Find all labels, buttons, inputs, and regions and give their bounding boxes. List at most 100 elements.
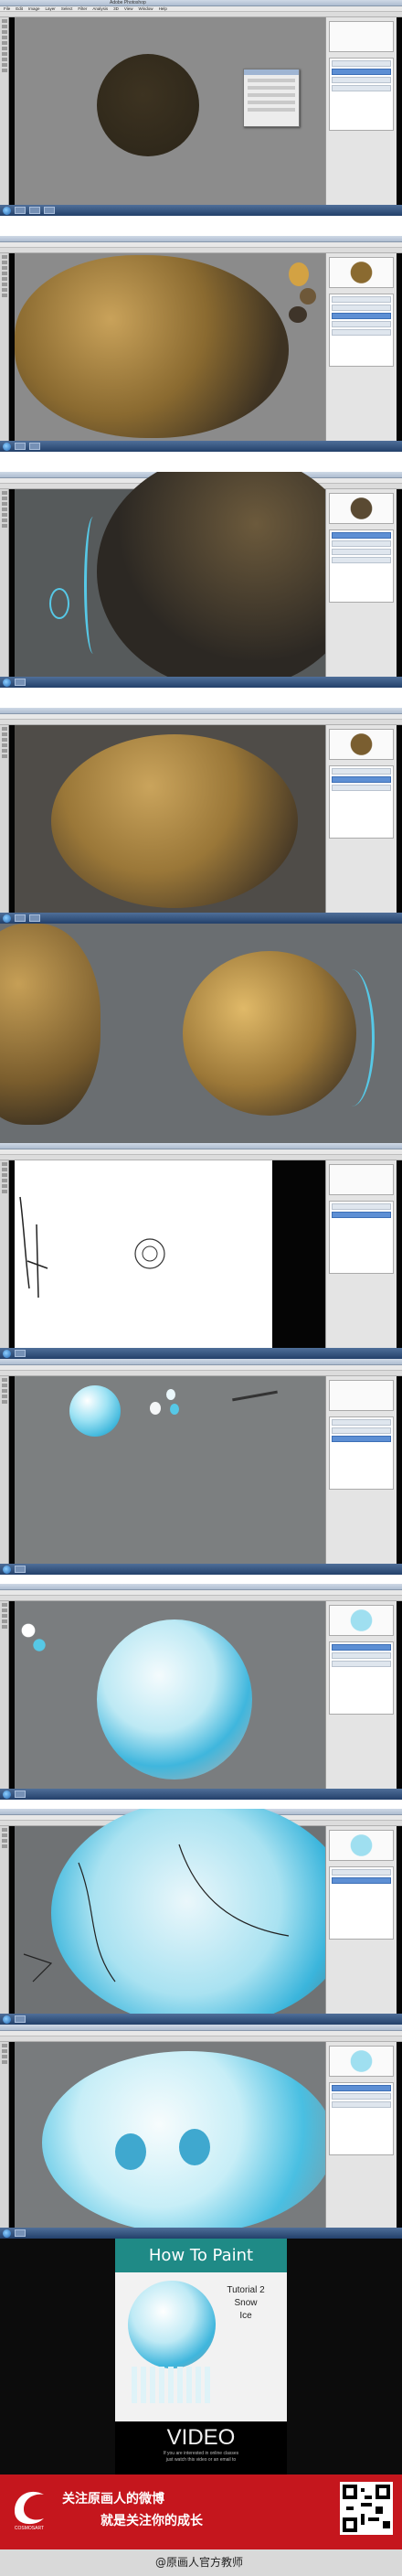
- screenshot-1: Adobe Photoshop File Edit Image Layer Se…: [0, 0, 402, 216]
- start-icon[interactable]: [3, 1349, 11, 1358]
- navigator-panel[interactable]: [329, 1380, 394, 1411]
- right-panels[interactable]: [325, 253, 397, 441]
- swatch-white-1: [166, 1389, 175, 1400]
- screenshot-6: [0, 1143, 402, 1359]
- menu-analysis[interactable]: Analysis: [92, 6, 108, 11]
- rock-closeup: [0, 924, 100, 1125]
- start-icon[interactable]: [3, 206, 11, 215]
- qr-code[interactable]: [340, 2482, 393, 2535]
- skull-eye-right: [179, 2129, 210, 2165]
- tool-palette[interactable]: [0, 253, 9, 441]
- canvas[interactable]: [15, 1601, 325, 1789]
- layers-panel[interactable]: [329, 765, 394, 839]
- screenshot-2: [0, 236, 402, 452]
- start-icon[interactable]: [3, 442, 11, 451]
- icicles: [132, 2367, 214, 2403]
- navigator-panel[interactable]: [329, 2046, 394, 2077]
- menu-edit[interactable]: Edit: [16, 6, 23, 11]
- right-panels[interactable]: [325, 1376, 397, 1564]
- tool-palette[interactable]: [0, 1826, 9, 2014]
- right-panels[interactable]: [325, 725, 397, 913]
- ice-chip: [49, 588, 69, 619]
- navigator-panel[interactable]: [329, 1164, 394, 1195]
- canvas[interactable]: [15, 2042, 334, 2234]
- tool-palette[interactable]: [0, 17, 9, 205]
- taskbar[interactable]: [0, 1348, 402, 1359]
- right-panels[interactable]: [325, 1160, 397, 1348]
- ice-outline-sketch: [23, 1844, 290, 1983]
- canvas[interactable]: [15, 1376, 325, 1564]
- swatch-orange: [289, 262, 309, 286]
- right-panels[interactable]: [325, 17, 397, 205]
- tool-palette[interactable]: [0, 2042, 9, 2228]
- canvas-margin-right: [397, 2042, 402, 2228]
- weibo-handle[interactable]: @原画人官方教师: [155, 2554, 243, 2570]
- start-icon[interactable]: [3, 914, 11, 923]
- taskbar[interactable]: [0, 1789, 402, 1800]
- layers-panel[interactable]: [329, 1866, 394, 1940]
- canvas-margin-right: [397, 1160, 402, 1348]
- video-subtitle-line-2: Snow: [234, 2298, 258, 2308]
- canvas[interactable]: [15, 1160, 272, 1348]
- taskbar[interactable]: [0, 677, 402, 688]
- layers-panel[interactable]: [329, 294, 394, 367]
- start-icon[interactable]: [3, 678, 11, 687]
- cosmosart-logo: COSMOSART: [15, 2491, 44, 2531]
- right-panels[interactable]: [325, 1826, 397, 2014]
- video-footer: VIDEO If you are interested in online cl…: [115, 2421, 287, 2474]
- menu-view[interactable]: View: [124, 6, 133, 11]
- canvas-margin-right: [397, 253, 402, 441]
- tool-palette[interactable]: [0, 1376, 9, 1564]
- layers-panel[interactable]: [329, 1416, 394, 1490]
- canvas[interactable]: [15, 17, 325, 205]
- menu-help[interactable]: Help: [159, 6, 167, 11]
- tool-palette[interactable]: [0, 1601, 9, 1789]
- menu-window[interactable]: Window: [139, 6, 153, 11]
- layers-panel[interactable]: [329, 529, 394, 603]
- navigator-panel[interactable]: [329, 257, 394, 288]
- menu-image[interactable]: Image: [28, 6, 40, 11]
- right-panels[interactable]: [325, 2042, 397, 2228]
- canvas[interactable]: [15, 253, 325, 441]
- brush-sample: [232, 1390, 278, 1402]
- navigator-panel[interactable]: [329, 493, 394, 524]
- navigator-panel[interactable]: [329, 729, 394, 760]
- canvas-margin-right: [397, 17, 402, 205]
- canvas[interactable]: [15, 1809, 353, 2025]
- start-icon[interactable]: [3, 2015, 11, 2024]
- taskbar[interactable]: [0, 2228, 402, 2239]
- canvas[interactable]: [15, 472, 362, 688]
- right-panels[interactable]: [325, 1601, 397, 1789]
- canvas[interactable]: [15, 725, 325, 913]
- menu-filter[interactable]: Filter: [78, 6, 87, 11]
- start-icon[interactable]: [3, 1565, 11, 1574]
- tool-palette[interactable]: [0, 489, 9, 677]
- navigator-panel[interactable]: [329, 1605, 394, 1636]
- tool-palette[interactable]: [0, 1160, 9, 1348]
- layers-panel[interactable]: [329, 1641, 394, 1715]
- tool-palette[interactable]: [0, 725, 9, 913]
- taskbar[interactable]: [0, 913, 402, 924]
- taskbar[interactable]: [0, 2014, 402, 2025]
- video-card[interactable]: How To Paint Tutorial 2 Snow Ice VIDEO I…: [115, 2239, 287, 2474]
- taskbar[interactable]: [0, 1564, 402, 1575]
- taskbar[interactable]: [0, 441, 402, 452]
- navigator-panel[interactable]: [329, 1830, 394, 1861]
- skull-eye-left: [115, 2133, 146, 2170]
- navigator-panel[interactable]: [329, 21, 394, 52]
- right-panels[interactable]: [325, 489, 397, 677]
- layers-panel[interactable]: [329, 2082, 394, 2155]
- video-panel: How To Paint Tutorial 2 Snow Ice VIDEO I…: [0, 2239, 402, 2474]
- layers-panel[interactable]: [329, 1201, 394, 1274]
- start-icon[interactable]: [3, 1790, 11, 1799]
- taskbar[interactable]: [0, 205, 402, 216]
- ice-bubble: [69, 1385, 121, 1437]
- layers-panel[interactable]: [329, 58, 394, 131]
- start-icon[interactable]: [3, 2229, 11, 2238]
- menu-select[interactable]: Select: [61, 6, 73, 11]
- menu-3d[interactable]: 3D: [113, 6, 119, 11]
- menu-layer[interactable]: Layer: [46, 6, 56, 11]
- hue-saturation-dialog[interactable]: [243, 69, 300, 127]
- menu-file[interactable]: File: [4, 6, 10, 11]
- window-title-bar: [0, 1359, 402, 1365]
